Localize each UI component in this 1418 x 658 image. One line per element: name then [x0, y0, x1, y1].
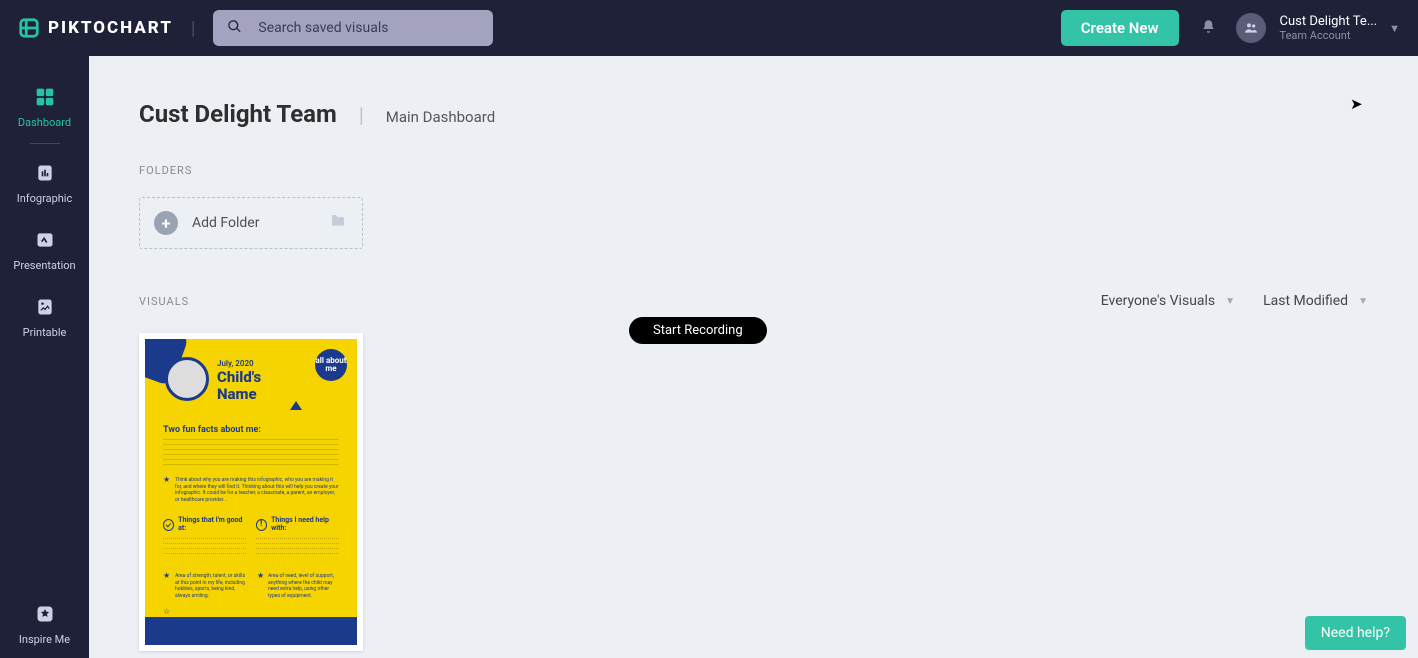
sort-value: Last Modified [1263, 293, 1348, 309]
title-row: Cust Delight Team | Main Dashboard [139, 100, 1368, 128]
sidebar-item-label: Printable [23, 326, 67, 339]
recording-tooltip: Start Recording [629, 317, 767, 344]
caret-down-icon: ▼ [1225, 296, 1235, 307]
logo-icon [18, 17, 40, 39]
sidebar-item-inspire-me[interactable]: Inspire Me [0, 591, 89, 658]
sidebar-divider [30, 143, 60, 144]
sidebar-item-label: Dashboard [18, 116, 71, 129]
sidebar-item-infographic[interactable]: Infographic [0, 150, 89, 217]
thumb-funfacts: Two fun facts about me: [163, 425, 339, 435]
main-content: Cust Delight Team | Main Dashboard FOLDE… [89, 56, 1418, 658]
user-subtitle: Team Account [1280, 29, 1378, 42]
dashboard-icon [34, 86, 56, 108]
folder-icon [328, 213, 348, 234]
help-button[interactable]: Need help? [1305, 616, 1406, 650]
star-icon [34, 603, 56, 625]
sort-dropdown[interactable]: Last Modified ▼ [1263, 293, 1368, 309]
search-box[interactable] [213, 10, 493, 46]
header-separator: | [191, 18, 195, 39]
caret-down-icon: ▼ [1358, 296, 1368, 307]
notifications-icon[interactable] [1201, 19, 1216, 38]
chevron-down-icon[interactable]: ▼ [1389, 22, 1400, 35]
user-menu[interactable]: Cust Delight Te... Team Account [1280, 14, 1378, 42]
add-folder-label: Add Folder [192, 215, 314, 231]
breadcrumb: Main Dashboard [386, 108, 495, 126]
sidebar: Dashboard Infographic Presentation Print… [0, 56, 89, 658]
printable-icon [34, 296, 56, 318]
plus-icon: + [154, 211, 178, 235]
add-folder-button[interactable]: + Add Folder [139, 197, 363, 249]
sidebar-item-label: Inspire Me [19, 633, 70, 646]
visual-thumbnail: all about me July, 2020 Child'sName Two … [145, 339, 357, 645]
create-new-button[interactable]: Create New [1061, 10, 1179, 46]
presentation-icon [34, 229, 56, 251]
thumb-good-at: Things that I'm good at: [178, 517, 246, 532]
owner-filter-dropdown[interactable]: Everyone's Visuals ▼ [1101, 293, 1235, 309]
thumb-title: Child'sName [217, 369, 261, 402]
search-icon [227, 19, 242, 38]
alert-icon [256, 519, 267, 531]
check-icon [163, 519, 174, 531]
thumb-date: July, 2020 [217, 359, 254, 368]
logo[interactable]: PIKTOCHART [18, 17, 173, 39]
sidebar-item-dashboard[interactable]: Dashboard [0, 74, 89, 141]
folders-section-label: FOLDERS [139, 164, 1368, 177]
header-bar: PIKTOCHART | Create New Cust Delight Te.… [0, 0, 1418, 56]
team-avatar[interactable] [1236, 13, 1266, 43]
title-separator: | [359, 103, 364, 127]
logo-text: PIKTOCHART [48, 18, 173, 38]
sidebar-item-presentation[interactable]: Presentation [0, 217, 89, 284]
visual-card[interactable]: all about me July, 2020 Child'sName Two … [139, 333, 363, 651]
visual-grid: all about me July, 2020 Child'sName Two … [139, 333, 1368, 651]
user-name: Cust Delight Te... [1280, 14, 1378, 29]
team-title: Cust Delight Team [139, 100, 337, 128]
visuals-section-label: VISUALS [139, 295, 189, 308]
visuals-header: VISUALS Everyone's Visuals ▼ Last Modifi… [139, 293, 1368, 309]
thumb-badge: all about me [315, 349, 347, 381]
thumb-help-with: Things I need help with: [271, 517, 339, 532]
sidebar-item-label: Presentation [13, 259, 75, 272]
owner-filter-value: Everyone's Visuals [1101, 293, 1215, 309]
search-input[interactable] [258, 20, 479, 36]
sidebar-item-printable[interactable]: Printable [0, 284, 89, 351]
infographic-icon [34, 162, 56, 184]
sidebar-item-label: Infographic [17, 192, 73, 205]
